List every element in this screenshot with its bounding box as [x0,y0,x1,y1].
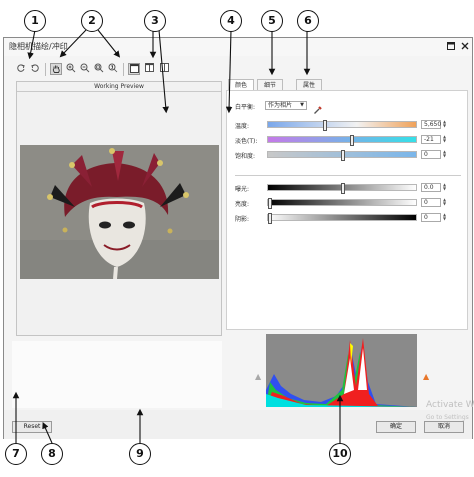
zoom-fit-icon[interactable] [93,63,105,75]
chevron-down-icon: ▼ [300,102,304,108]
clipping-warning-highlights-icon[interactable]: ▲ [423,372,429,382]
slider-thumb[interactable] [341,183,345,194]
callout-2: 2 [81,10,103,32]
window-title: 隐相机描绘/冲印 [9,42,68,51]
slider-thumb[interactable] [268,198,272,209]
empty-left-area [12,341,222,408]
callout-4: 4 [220,10,242,32]
working-preview-pane[interactable]: Working Preview [16,81,222,336]
spinner-arrows-icon[interactable]: ▲ ▼ [442,213,447,222]
color-panel: 白平衡: 作为相片 ▼ 温度: 5,650 ▲ ▼ 淡色(T): -21 ▲ ▼ 饱和度: 0 ▲ ▼… [226,90,468,330]
spinner-arrows-icon[interactable]: ▲ ▼ [442,120,447,129]
white-balance-label: 白平衡: [235,104,256,111]
spinner-arrows-icon[interactable]: ▲ ▼ [442,135,447,144]
white-balance-select[interactable]: 作为相片 ▼ [265,101,307,110]
callout-1: 1 [24,10,46,32]
tone-value-field[interactable]: 0.0 [421,183,441,192]
callout-10: 10 [329,443,351,465]
toolbar-separator [45,63,46,76]
toolbar-separator [123,63,124,76]
tone-label: 曝光: [235,186,250,193]
callout-9: 9 [129,443,151,465]
color-slider[interactable] [267,150,417,161]
split-view-icon[interactable] [143,63,155,75]
slider-thumb[interactable] [341,150,345,161]
tone-value-field[interactable]: 0 [421,213,441,222]
annotated-screenshot: 隐相机描绘/冲印 Working Preview 颜色 细节 属性 白平衡: 作… [0,0,474,477]
tone-slider[interactable] [267,198,417,209]
ok-button[interactable]: 确定 [376,421,416,433]
preview-title: Working Preview [94,83,144,90]
bottom-bar: Reset 确定 取消 [4,410,472,439]
zoom-in-icon[interactable] [65,63,77,75]
activation-watermark-sub: Go to Settings [426,414,469,421]
color-slider[interactable] [267,120,417,131]
spinner-arrows-icon[interactable]: ▲ ▼ [442,198,447,207]
white-balance-value: 作为相片 [268,102,293,109]
color-value-field[interactable]: -21 [421,135,441,144]
slider-thumb[interactable] [349,135,354,146]
raw-lab-dialog: 隐相机描绘/冲印 Working Preview 颜色 细节 属性 白平衡: 作… [3,37,474,439]
maximize-icon[interactable] [445,39,457,53]
slider-thumb[interactable] [268,213,272,224]
reset-button[interactable]: Reset [12,421,52,433]
rotate-left-icon[interactable] [15,63,27,75]
color-label: 饱和度: [235,153,256,160]
color-value-field[interactable]: 5,650 [421,120,441,129]
tone-label: 亮度: [235,201,250,208]
preview-photo [20,145,219,279]
side-by-side-icon[interactable] [158,63,170,75]
zoom-out-icon[interactable] [79,63,91,75]
clipping-warning-shadows-icon[interactable]: ▲ [255,372,261,382]
single-view-icon[interactable] [128,63,140,75]
tone-value-field[interactable]: 0 [421,198,441,207]
color-label: 淡色(T): [235,138,258,145]
callout-6: 6 [297,10,319,32]
tone-slider[interactable] [267,213,417,224]
zoom-actual-icon[interactable] [107,63,119,75]
callout-7: 7 [5,443,27,465]
spinner-arrows-icon[interactable]: ▲ ▼ [442,183,447,192]
callout-8: 8 [41,443,63,465]
close-icon[interactable] [459,39,471,53]
color-value-field[interactable]: 0 [421,150,441,159]
tone-slider[interactable] [267,183,417,194]
cancel-button[interactable]: 取消 [424,421,464,433]
pan-hand-icon[interactable] [50,63,62,75]
section-divider [235,175,461,176]
tone-label: 阴影: [235,216,250,223]
rotate-right-icon[interactable] [29,63,41,75]
activation-watermark: Activate W [426,400,474,410]
spinner-arrows-icon[interactable]: ▲ ▼ [442,150,447,159]
callout-5: 5 [261,10,283,32]
slider-thumb[interactable] [323,120,328,131]
title-bar: 隐相机描绘/冲印 [4,38,472,56]
color-label: 温度: [235,123,250,130]
preview-title-divider [17,91,221,92]
histogram [266,334,417,407]
callout-3: 3 [144,10,166,32]
eyedropper-icon[interactable] [313,100,323,119]
color-slider[interactable] [267,135,417,146]
